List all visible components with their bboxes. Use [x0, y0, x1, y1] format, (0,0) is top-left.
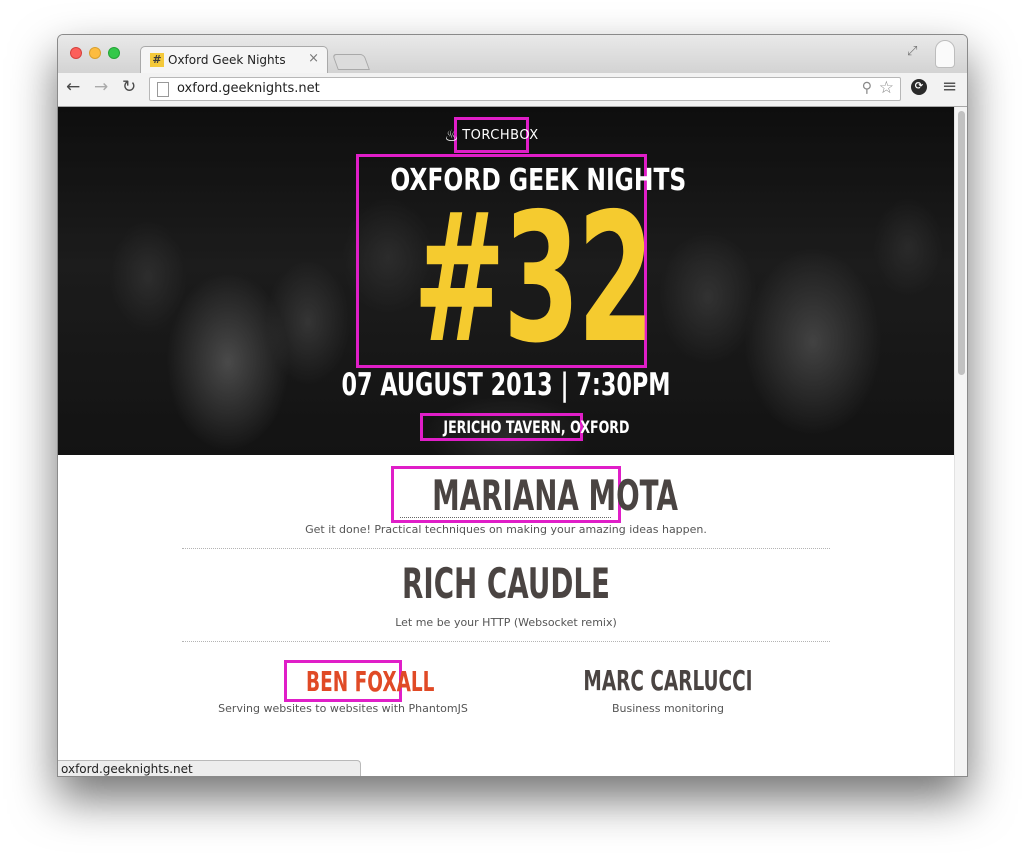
- talk-title: Serving websites to websites with Phanto…: [218, 702, 468, 715]
- tab-title: Oxford Geek Nights: [168, 53, 286, 67]
- speaker-name[interactable]: RICH CAUDLE: [210, 559, 801, 608]
- zoom-icon[interactable]: ⚲: [862, 80, 872, 96]
- talk-title: Business monitoring: [611, 702, 725, 715]
- venue-link[interactable]: JERICHO TAVERN, OXFORD: [420, 413, 630, 441]
- favicon-icon: #: [150, 53, 164, 67]
- torchbox-logo[interactable]: ♨ TORCHBOX: [444, 117, 538, 153]
- page-viewport: ♨ TORCHBOX OXFORD GEEK NIGHTS #32 07 AUG…: [58, 107, 954, 776]
- page-icon: [157, 82, 169, 97]
- speaker-divider: [182, 641, 830, 642]
- restore-icon[interactable]: ⤢: [907, 44, 917, 59]
- zoom-window-button[interactable]: [108, 47, 120, 59]
- talk-title: Let me be your HTTP (Websocket remix): [395, 616, 617, 629]
- close-tab-icon[interactable]: ×: [308, 51, 319, 66]
- new-tab-button[interactable]: [332, 54, 370, 70]
- menu-icon[interactable]: ≡: [942, 76, 957, 97]
- flame-icon: ♨: [444, 125, 460, 145]
- browser-toolbar: ← → ↻ oxford.geeknights.net ⚲ ☆ ⟳ ≡: [58, 73, 967, 107]
- url-text[interactable]: oxford.geeknights.net: [177, 81, 320, 96]
- speaker-divider: [182, 548, 830, 549]
- event-title-block: OXFORD GEEK NIGHTS #32: [356, 154, 686, 382]
- hero-banner: ♨ TORCHBOX OXFORD GEEK NIGHTS #32 07 AUG…: [58, 107, 954, 455]
- minimize-window-button[interactable]: [89, 47, 101, 59]
- talk-title: Get it done! Practical techniques on mak…: [305, 523, 707, 536]
- address-bar[interactable]: oxford.geeknights.net ⚲ ☆: [149, 77, 901, 101]
- extension-icon[interactable]: ⟳: [911, 79, 927, 95]
- event-date: 07 AUGUST 2013 | 7:30PM: [341, 367, 671, 403]
- link-underline: [400, 517, 611, 518]
- close-window-button[interactable]: [70, 47, 82, 59]
- profile-avatar[interactable]: [935, 40, 955, 68]
- status-bar: oxford.geeknights.net: [58, 760, 361, 776]
- tab-oxford-geek-nights[interactable]: # Oxford Geek Nights ×: [140, 46, 328, 73]
- browser-window: # Oxford Geek Nights × ⤢ ← → ↻ oxford.ge…: [57, 34, 968, 777]
- tab-strip: # Oxford Geek Nights × ⤢: [58, 35, 967, 73]
- reload-icon[interactable]: ↻: [122, 77, 136, 97]
- bookmark-star-icon[interactable]: ☆: [879, 78, 894, 98]
- back-icon[interactable]: ←: [66, 77, 80, 97]
- speaker-name: BEN FOXALL: [306, 665, 435, 698]
- status-url: oxford.geeknights.net: [61, 762, 193, 776]
- speaker-name: MARIANA MOTA: [432, 471, 678, 520]
- vertical-scrollbar[interactable]: [954, 107, 967, 776]
- logo-text: TORCHBOX: [462, 127, 539, 143]
- event-venue: JERICHO TAVERN, OXFORD: [443, 418, 630, 438]
- event-number: #32: [413, 175, 654, 382]
- speaker-name[interactable]: MARC CARLUCCI: [543, 664, 794, 697]
- scrollbar-thumb[interactable]: [958, 111, 965, 375]
- speaker-mariana-mota-link[interactable]: MARIANA MOTA: [391, 466, 678, 523]
- forward-icon[interactable]: →: [94, 77, 108, 97]
- speaker-ben-foxall-link[interactable]: BEN FOXALL: [284, 660, 435, 702]
